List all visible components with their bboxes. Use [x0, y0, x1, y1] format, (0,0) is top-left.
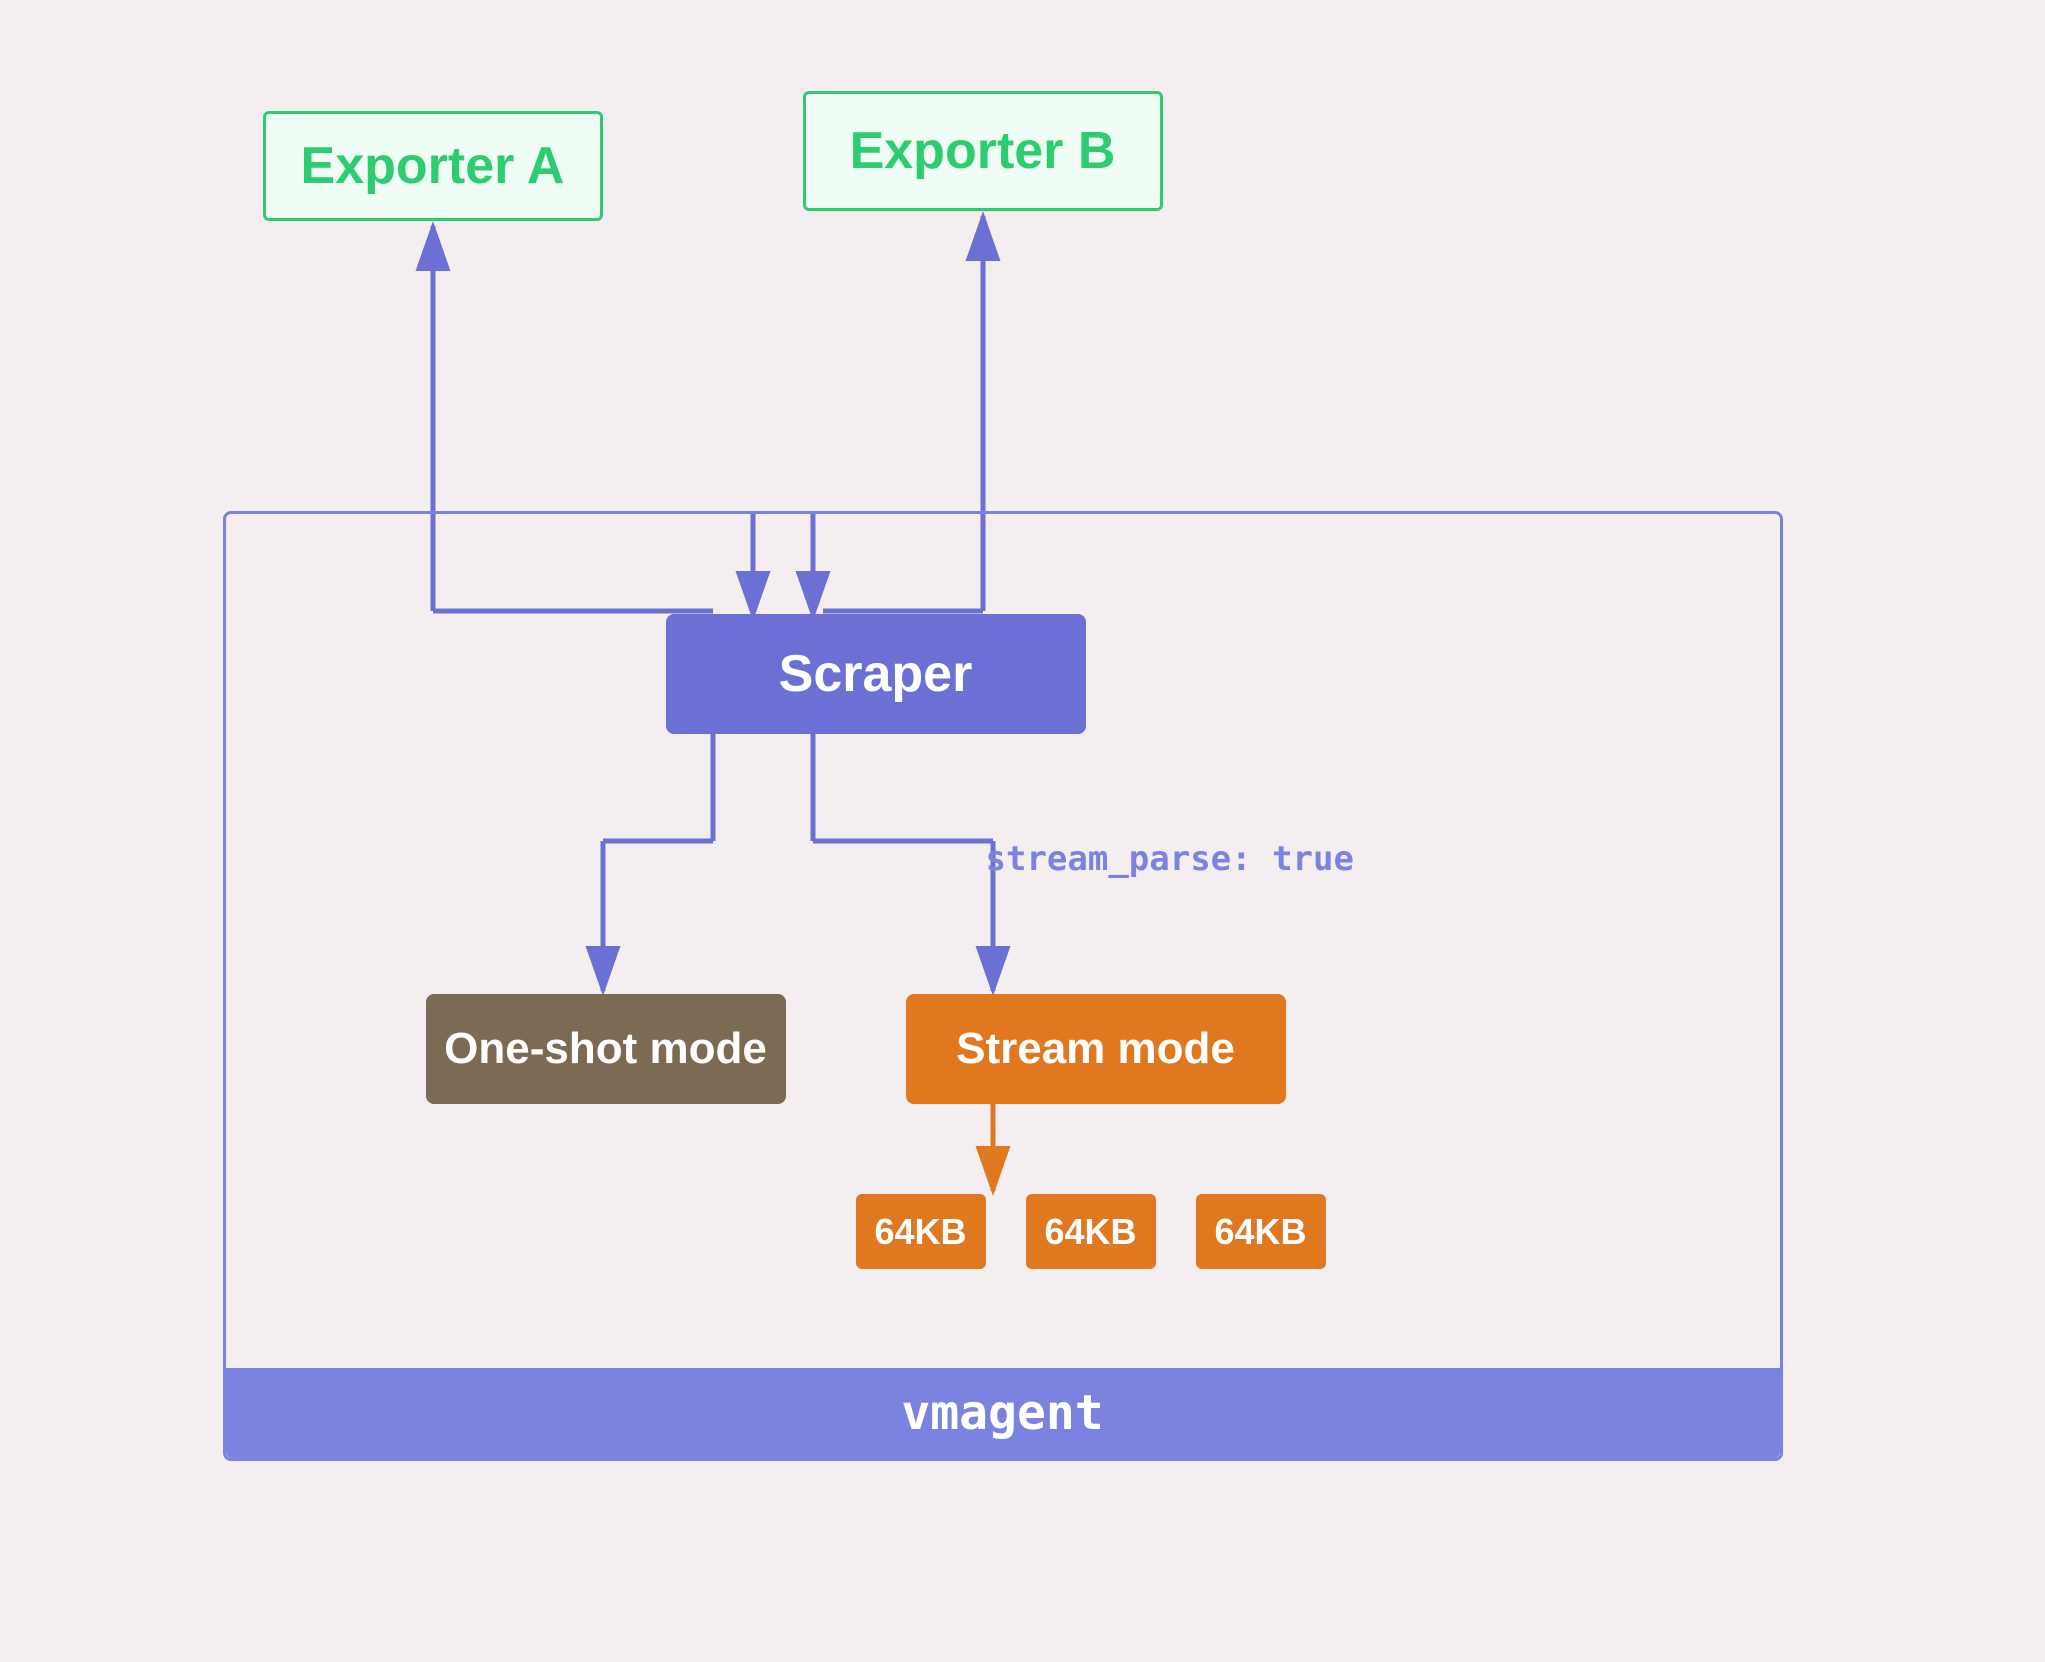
exporter-a-label: Exporter A	[301, 136, 565, 196]
stream-mode-box: Stream mode	[906, 994, 1286, 1104]
chunk-label-3: 64KB	[1214, 1211, 1306, 1253]
scraper-box: Scraper	[666, 614, 1086, 734]
exporter-b-label: Exporter B	[850, 121, 1116, 181]
stream-parse-annotation: stream_parse: true	[986, 839, 1354, 879]
vmagent-box: Scraper stream_parse: true One-shot mode…	[223, 511, 1783, 1461]
oneshot-mode-box: One-shot mode	[426, 994, 786, 1104]
chunk-box-2: 64KB	[1026, 1194, 1156, 1269]
chunk-label-2: 64KB	[1044, 1211, 1136, 1253]
chunk-box-1: 64KB	[856, 1194, 986, 1269]
vmagent-footer: vmagent	[226, 1368, 1780, 1458]
vmagent-label: vmagent	[901, 1385, 1103, 1441]
exporter-a-box: Exporter A	[263, 111, 603, 221]
scraper-label: Scraper	[779, 644, 973, 704]
chunk-label-1: 64KB	[874, 1211, 966, 1253]
stream-mode-label: Stream mode	[956, 1024, 1235, 1074]
diagram-wrapper: Exporter A Exporter B Scraper stream_par…	[123, 81, 1923, 1581]
oneshot-mode-label: One-shot mode	[444, 1024, 767, 1074]
chunk-box-3: 64KB	[1196, 1194, 1326, 1269]
exporter-b-box: Exporter B	[803, 91, 1163, 211]
